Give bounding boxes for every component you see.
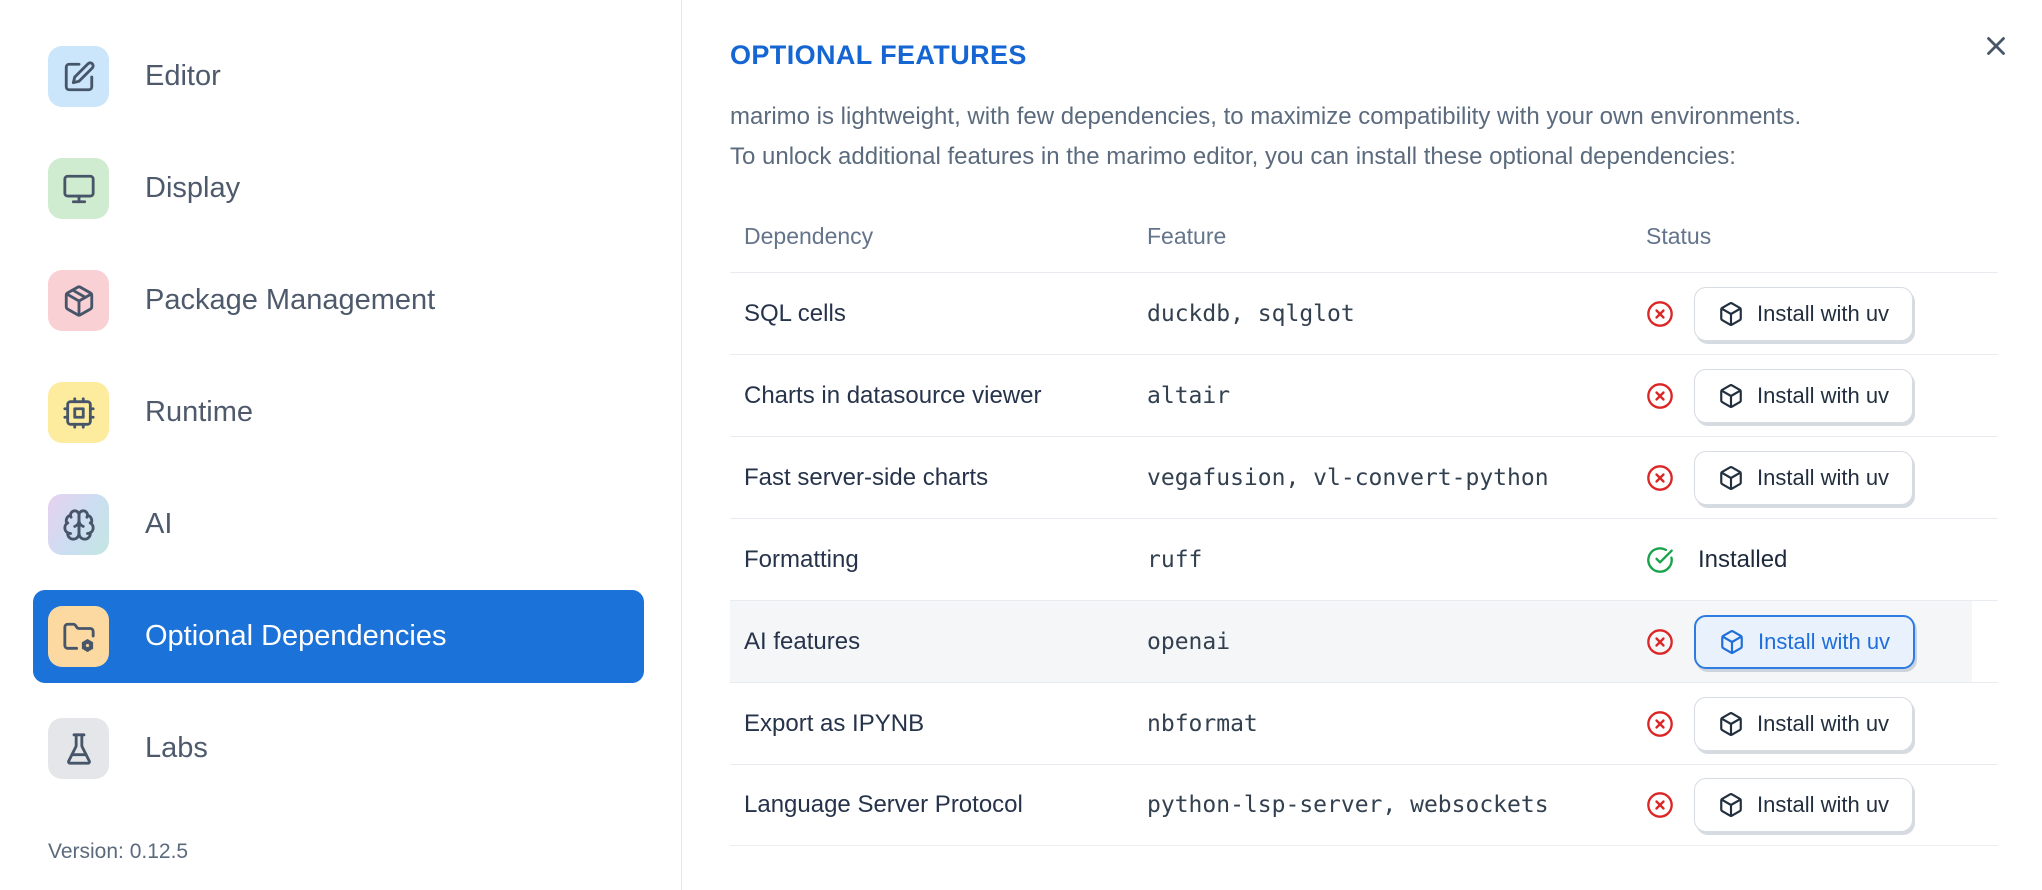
box-icon (1718, 301, 1744, 327)
not-installed-icon (1646, 464, 1674, 492)
install-button-label: Install with uv (1757, 710, 1890, 736)
feature-cell: nbformat (1147, 710, 1258, 737)
box-icon (1718, 383, 1744, 409)
dependency-cell: Charts in datasource viewer (744, 381, 1042, 409)
monitor-icon (48, 158, 109, 219)
description: marimo is lightweight, with few dependen… (730, 97, 1998, 177)
brain-icon (48, 494, 109, 555)
column-header-feature: Feature (1147, 223, 1227, 249)
sidebar-item-label: Runtime (145, 396, 253, 428)
close-icon (1981, 31, 2011, 61)
install-with-uv-button[interactable]: Install with uv (1694, 778, 1914, 832)
dependency-cell: AI features (744, 627, 861, 655)
table-row: Export as IPYNB nbformat Install with uv (730, 682, 1998, 764)
sidebar-item-label: Display (145, 172, 241, 204)
feature-cell: openai (1147, 628, 1231, 655)
edit-icon (48, 46, 109, 107)
feature-cell: duckdb, sqlglot (1147, 300, 1355, 327)
status-cell: Install with uv (1646, 450, 1998, 505)
settings-sidebar: Editor Display Package Management Runtim… (0, 0, 682, 890)
box-icon (1718, 711, 1744, 737)
install-button-label: Install with uv (1758, 628, 1891, 654)
installed-label: Installed (1698, 545, 1788, 573)
feature-cell: python-lsp-server, websockets (1147, 792, 1549, 818)
feature-cell: altair (1147, 382, 1231, 409)
sidebar-item-label: AI (145, 508, 173, 540)
box-icon (1718, 792, 1744, 818)
sidebar-item-labs[interactable]: Labs (33, 702, 644, 795)
dependency-cell: Language Server Protocol (744, 791, 1023, 818)
sidebar-item-display[interactable]: Display (33, 142, 644, 235)
sidebar-item-editor[interactable]: Editor (33, 30, 644, 123)
not-installed-icon (1646, 300, 1674, 328)
sidebar-item-label: Optional Dependencies (145, 620, 447, 652)
install-button-label: Install with uv (1757, 464, 1890, 490)
status-cell: Install with uv (1646, 368, 1998, 423)
sidebar-item-ai[interactable]: AI (33, 478, 644, 571)
box-icon (1719, 629, 1745, 655)
not-installed-icon (1646, 710, 1674, 738)
sidebar-item-runtime[interactable]: Runtime (33, 366, 644, 459)
not-installed-icon (1646, 791, 1674, 819)
status-cell: Install with uv (1646, 696, 1998, 751)
folder-cog-icon (48, 606, 109, 667)
sidebar-nav: Editor Display Package Management Runtim… (0, 30, 681, 795)
not-installed-icon (1646, 628, 1674, 656)
table-body: SQL cells duckdb, sqlglot Install with u… (730, 272, 1998, 846)
column-header-status: Status (1646, 223, 1712, 249)
flask-icon (48, 718, 109, 779)
install-button-label: Install with uv (1757, 382, 1890, 408)
install-with-uv-button[interactable]: Install with uv (1694, 614, 1916, 669)
dependency-cell: SQL cells (744, 299, 846, 327)
cpu-icon (48, 382, 109, 443)
install-button-label: Install with uv (1757, 792, 1890, 817)
optional-features-panel: OPTIONAL FEATURES marimo is lightweight,… (682, 0, 2042, 890)
status-cell: Install with uv (1646, 778, 1998, 832)
status-cell: Install with uv (1646, 286, 1998, 341)
not-installed-icon (1646, 382, 1674, 410)
table-row: Fast server-side charts vegafusion, vl-c… (730, 436, 1998, 518)
sidebar-item-label: Package Management (145, 284, 436, 316)
dependency-cell: Export as IPYNB (744, 709, 925, 737)
install-with-uv-button[interactable]: Install with uv (1694, 368, 1914, 423)
table-header-row: Dependency Feature Status (730, 207, 1998, 272)
install-with-uv-button[interactable]: Install with uv (1694, 696, 1914, 751)
dependencies-table: Dependency Feature Status SQL cells duck… (730, 207, 1998, 846)
installed-icon (1646, 546, 1674, 574)
feature-cell: vegafusion, vl-convert-python (1147, 464, 1549, 491)
version-label: Version: 0.12.5 (48, 840, 189, 863)
description-line-2: To unlock additional features in the mar… (730, 143, 1736, 170)
table-row: AI features openai Install with uv (730, 600, 1998, 682)
dependency-cell: Fast server-side charts (744, 463, 989, 491)
column-header-dependency: Dependency (744, 223, 874, 249)
table-row: Formatting ruff Installed (730, 518, 1998, 600)
sidebar-item-label: Labs (145, 732, 208, 764)
package-icon (48, 270, 109, 331)
install-with-uv-button[interactable]: Install with uv (1694, 450, 1914, 505)
dependency-cell: Formatting (744, 545, 859, 573)
close-button[interactable] (1976, 26, 2016, 66)
table-row: Charts in datasource viewer altair Insta… (730, 354, 1998, 436)
sidebar-item-label: Editor (145, 60, 221, 92)
sidebar-item-optional-dependencies[interactable]: Optional Dependencies (33, 590, 644, 683)
install-with-uv-button[interactable]: Install with uv (1694, 286, 1914, 341)
status-cell: Install with uv (1646, 614, 1998, 669)
page-title: OPTIONAL FEATURES (730, 40, 1027, 70)
table-row: Language Server Protocol python-lsp-serv… (730, 764, 1998, 846)
status-cell: Installed (1646, 546, 1998, 574)
feature-cell: ruff (1147, 546, 1203, 573)
box-icon (1718, 465, 1744, 491)
table-row: SQL cells duckdb, sqlglot Install with u… (730, 272, 1998, 354)
install-button-label: Install with uv (1757, 300, 1890, 326)
sidebar-item-package-management[interactable]: Package Management (33, 254, 644, 347)
description-line-1: marimo is lightweight, with few dependen… (730, 103, 1802, 130)
